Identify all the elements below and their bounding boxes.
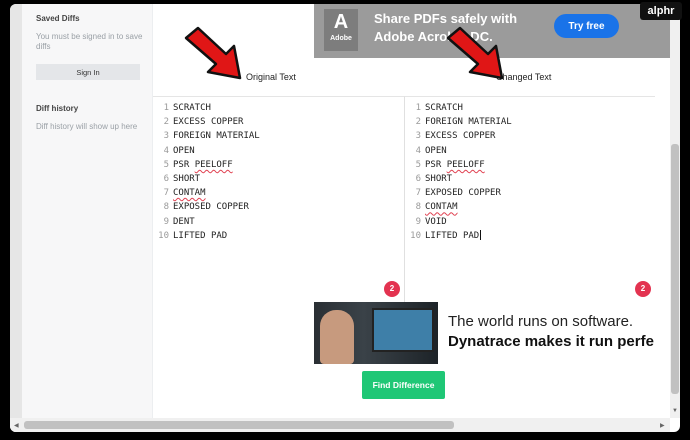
line-number: 2 bbox=[415, 117, 421, 128]
editor-line[interactable]: 10 LIFTED PAD bbox=[405, 229, 512, 243]
editor-line[interactable]: 1 SCRATCH bbox=[153, 101, 260, 115]
editor-line[interactable]: 6 SHORT bbox=[405, 172, 512, 186]
ad-screen-figure bbox=[372, 308, 434, 352]
editor-line[interactable]: 7 CONTAM bbox=[153, 186, 260, 200]
line-number: 4 bbox=[415, 145, 421, 156]
diff-history-title: Diff history bbox=[36, 104, 79, 113]
line-text: VOID bbox=[425, 216, 447, 227]
line-number: 10 bbox=[410, 230, 421, 241]
line-number: 2 bbox=[163, 117, 169, 128]
horizontal-scroll-thumb[interactable] bbox=[24, 421, 454, 429]
changed-text-editor[interactable]: 1 SCRATCH 2 FOREIGN MATERIAL 3 EXCESS COPPER 4… bbox=[405, 96, 655, 302]
vertical-scrollbar[interactable]: ▲ ▼ bbox=[670, 4, 680, 418]
line-text: FOREIGN MATERIAL bbox=[173, 131, 260, 142]
line-number: 6 bbox=[415, 173, 421, 184]
line-text: CONTAM bbox=[173, 188, 206, 199]
diff-history-note: Diff history will show up here bbox=[36, 122, 138, 131]
find-difference-button[interactable]: Find Difference bbox=[362, 371, 445, 399]
red-arrow-icon-left bbox=[184, 26, 242, 80]
sign-in-button[interactable]: Sign In bbox=[36, 64, 140, 80]
line-text: SHORT bbox=[173, 173, 201, 184]
original-text-editor[interactable]: 1 SCRATCH 2 EXCESS COPPER 3 FOREIGN MATERIAL 4… bbox=[153, 96, 405, 302]
line-text: EXPOSED COPPER bbox=[425, 188, 501, 199]
original-text-label: Original Text bbox=[246, 72, 296, 82]
vertical-scroll-thumb[interactable] bbox=[671, 144, 679, 394]
line-text: EXCESS COPPER bbox=[173, 117, 244, 128]
line-text: OPEN bbox=[425, 145, 447, 156]
line-number: 6 bbox=[163, 173, 169, 184]
line-text: LIFTED PAD bbox=[425, 230, 480, 241]
try-free-button[interactable]: Try free bbox=[554, 14, 619, 38]
line-text: EXCESS COPPER bbox=[425, 131, 496, 142]
line-number: 1 bbox=[415, 103, 421, 113]
changed-lines: 1 SCRATCH 2 FOREIGN MATERIAL 3 EXCESS COPPER 4… bbox=[405, 101, 512, 243]
editor-line[interactable]: 3 FOREIGN MATERIAL bbox=[153, 129, 260, 143]
line-number: 1 bbox=[163, 103, 169, 113]
sidebar: Saved Diffs You must be signed in to sav… bbox=[22, 4, 153, 418]
line-number: 9 bbox=[163, 216, 169, 227]
line-number: 3 bbox=[163, 131, 169, 142]
editor-line[interactable]: 6 SHORT bbox=[153, 172, 260, 186]
editor-line[interactable]: 4 OPEN bbox=[153, 144, 260, 158]
line-number: 7 bbox=[163, 188, 169, 199]
text-caret bbox=[480, 230, 482, 241]
scroll-right-icon[interactable]: ▶ bbox=[660, 422, 665, 429]
editor-line[interactable]: 2 EXCESS COPPER bbox=[153, 115, 260, 129]
alphr-watermark: alphr bbox=[640, 2, 682, 20]
horizontal-scrollbar[interactable]: ◀ ▶ bbox=[10, 418, 670, 432]
line-number: 9 bbox=[415, 216, 421, 227]
editor-line[interactable]: 5 PSR PEELOFF bbox=[153, 158, 260, 172]
line-text: PSR PEELOFF bbox=[425, 159, 485, 170]
adobe-logo-text: Adobe bbox=[330, 35, 352, 42]
editor-line[interactable]: 1 SCRATCH bbox=[405, 101, 512, 115]
scroll-left-icon[interactable]: ◀ bbox=[14, 422, 19, 429]
dynatrace-ad-banner[interactable]: The world runs on software. Dynatrace ma… bbox=[314, 302, 670, 364]
ad-bottom-headline-2: Dynatrace makes it run perfe bbox=[448, 333, 654, 350]
browser-window: Saved Diffs You must be signed in to sav… bbox=[10, 4, 680, 432]
editor-line[interactable]: 7 EXPOSED COPPER bbox=[405, 186, 512, 200]
adobe-logo: A Adobe bbox=[324, 9, 358, 51]
line-text: SCRATCH bbox=[173, 103, 211, 113]
saved-diffs-note: You must be signed in to save diffs bbox=[36, 32, 143, 51]
line-number: 8 bbox=[415, 202, 421, 213]
adobe-a-icon: A bbox=[333, 11, 349, 33]
editor-line[interactable]: 9 DENT bbox=[153, 215, 260, 229]
ad-top-headline-1: Share PDFs safely with bbox=[374, 11, 518, 26]
line-number: 5 bbox=[163, 159, 169, 170]
scroll-down-icon[interactable]: ▼ bbox=[672, 408, 678, 414]
editor-line[interactable]: 8 CONTAM bbox=[405, 200, 512, 214]
editor-line[interactable]: 4 OPEN bbox=[405, 144, 512, 158]
line-number: 8 bbox=[163, 202, 169, 213]
original-lines: 1 SCRATCH 2 EXCESS COPPER 3 FOREIGN MATERIAL 4… bbox=[153, 101, 260, 243]
red-arrow-icon-right bbox=[446, 26, 504, 80]
right-error-badge: 2 bbox=[635, 281, 651, 297]
line-text: SHORT bbox=[425, 173, 453, 184]
line-text: OPEN bbox=[173, 145, 195, 156]
line-number: 7 bbox=[415, 188, 421, 199]
editor-line[interactable]: 2 FOREIGN MATERIAL bbox=[405, 115, 512, 129]
left-error-badge: 2 bbox=[384, 281, 400, 297]
line-text: PSR PEELOFF bbox=[173, 159, 233, 170]
line-text: EXPOSED COPPER bbox=[173, 202, 249, 213]
editor-line[interactable]: 5 PSR PEELOFF bbox=[405, 158, 512, 172]
left-edge-strip bbox=[10, 4, 22, 432]
ad-photo bbox=[314, 302, 438, 364]
line-number: 10 bbox=[158, 230, 169, 241]
line-text: CONTAM bbox=[425, 202, 458, 213]
editor-line[interactable]: 3 EXCESS COPPER bbox=[405, 129, 512, 143]
ad-person-figure bbox=[320, 310, 354, 364]
line-number: 3 bbox=[415, 131, 421, 142]
editor-line[interactable]: 9 VOID bbox=[405, 215, 512, 229]
saved-diffs-title: Saved Diffs bbox=[36, 14, 80, 23]
line-text: DENT bbox=[173, 216, 195, 227]
editor-line[interactable]: 10 LIFTED PAD bbox=[153, 229, 260, 243]
ad-bottom-headline-1: The world runs on software. bbox=[448, 313, 634, 330]
line-text: SCRATCH bbox=[425, 103, 463, 113]
editor-line[interactable]: 8 EXPOSED COPPER bbox=[153, 200, 260, 214]
line-number: 4 bbox=[163, 145, 169, 156]
line-number: 5 bbox=[415, 159, 421, 170]
line-text: FOREIGN MATERIAL bbox=[425, 117, 512, 128]
line-text: LIFTED PAD bbox=[173, 230, 228, 241]
